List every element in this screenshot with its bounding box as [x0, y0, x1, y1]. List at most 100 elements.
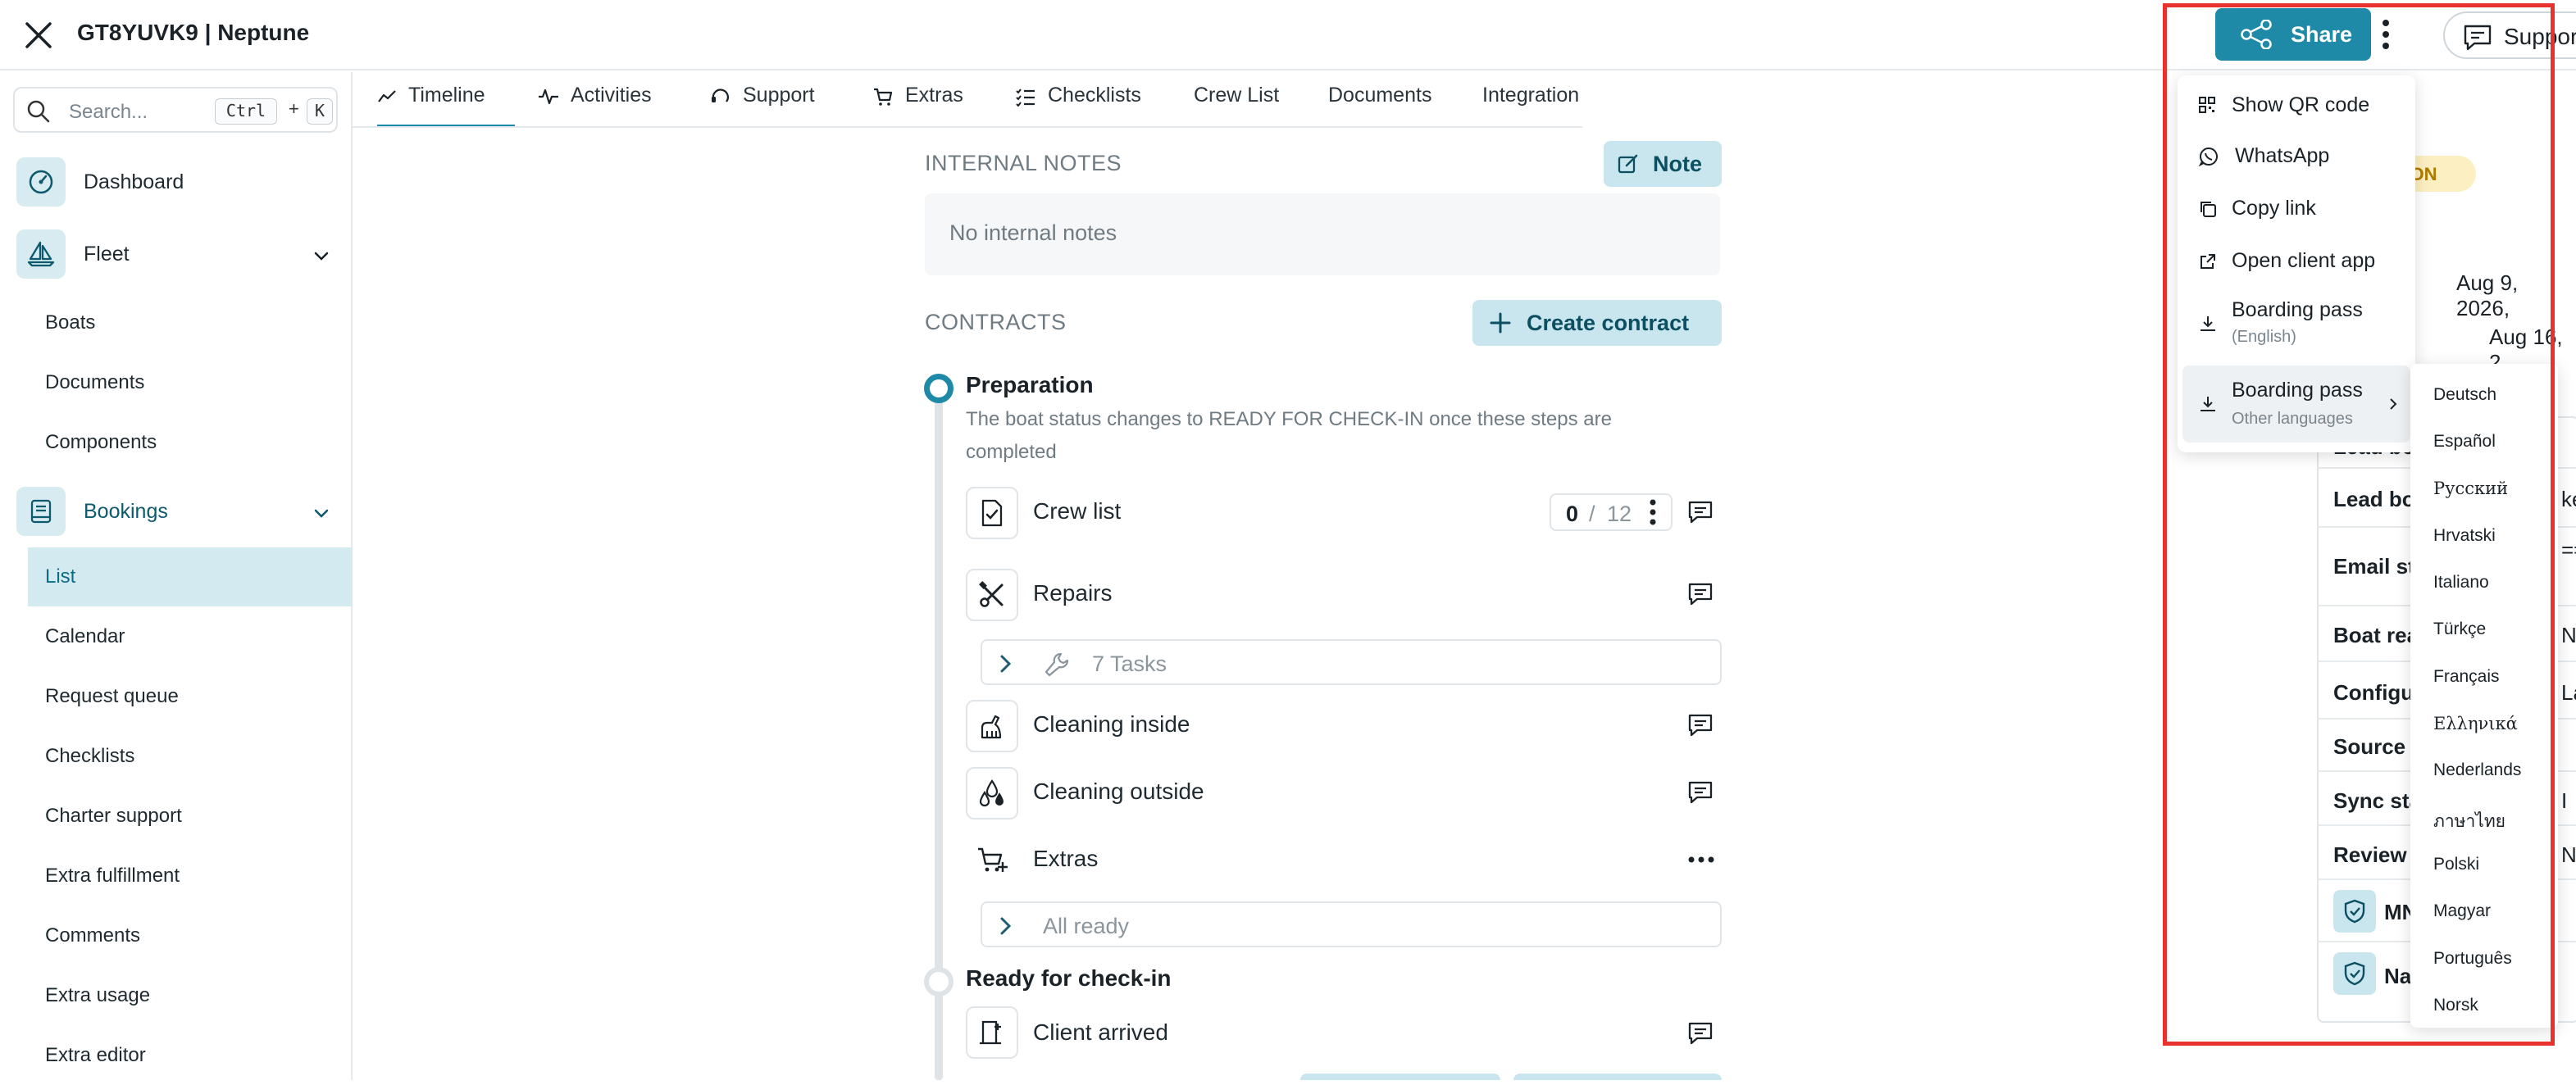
tab-crew-list[interactable]: Crew List	[1194, 84, 1279, 128]
sidebar-item-label: Comments	[45, 924, 141, 947]
comment-icon[interactable]	[1687, 582, 1714, 606]
language-option-italiano[interactable]: Italiano	[2433, 573, 2489, 592]
sidebar-item-request-queue[interactable]: Request queue	[28, 667, 353, 726]
menu-item-label: Boarding pass	[2232, 379, 2363, 402]
repairs-tasks-expander[interactable]: 7 Tasks	[981, 639, 1722, 685]
task-extras[interactable]: Extras	[1033, 846, 1098, 872]
more-horizontal-icon[interactable]	[1687, 856, 1715, 864]
language-option-thai[interactable]: ภาษาไทย	[2433, 808, 2505, 835]
sidebar-item-label: Fleet	[84, 243, 130, 266]
language-option-turkce[interactable]: Türkçe	[2433, 620, 2486, 639]
tab-label: Checklists	[1048, 84, 1141, 107]
sidebar-item-boats[interactable]: Boats	[28, 293, 353, 352]
cleaning-outside-icon	[966, 767, 1018, 819]
tab-documents[interactable]: Documents	[1328, 84, 1431, 128]
sidebar-item-components[interactable]: Components	[28, 413, 353, 472]
sidebar-item-checklists[interactable]: Checklists	[28, 727, 353, 786]
sidebar-item-dashboard[interactable]: Dashboard	[16, 157, 344, 210]
kbd-plus: +	[289, 98, 299, 119]
menu-item-label: Show QR code	[2232, 93, 2370, 116]
sidebar-item-label: Extra fulfillment	[45, 865, 180, 887]
sidebar-item-comments[interactable]: Comments	[28, 906, 353, 965]
sidebar-item-extra-fulfillment[interactable]: Extra fulfillment	[28, 847, 353, 906]
row-key: Sync sta	[2333, 788, 2421, 813]
language-option-norsk[interactable]: Norsk	[2433, 996, 2478, 1015]
task-repairs[interactable]: Repairs	[1033, 580, 1112, 606]
language-option-portugues[interactable]: Português	[2433, 949, 2512, 969]
comment-icon[interactable]	[1687, 500, 1714, 524]
search-placeholder: Search...	[69, 101, 148, 123]
crew-list-icon	[966, 487, 1018, 539]
sidebar-item-label: Boats	[45, 311, 96, 334]
menu-item-whatsapp[interactable]: WhatsApp	[2178, 133, 2415, 179]
language-option-nederlands[interactable]: Nederlands	[2433, 760, 2521, 780]
chevron-down-icon	[314, 509, 329, 518]
search-input[interactable]: Search... Ctrl + K	[13, 87, 338, 133]
menu-item-open-client-app[interactable]: Open client app	[2178, 238, 2415, 284]
tab-extras[interactable]: Extras	[872, 84, 963, 128]
share-button[interactable]: Share	[2215, 8, 2371, 61]
book-icon	[16, 487, 66, 536]
sidebar-item-list[interactable]: List	[28, 547, 353, 606]
menu-item-boarding-pass-english[interactable]: Boarding pass (English)	[2178, 290, 2415, 356]
tab-timeline[interactable]: Timeline	[377, 84, 515, 128]
create-contract-button[interactable]: Create contract	[1472, 300, 1722, 346]
step-title-preparation: Preparation	[966, 372, 1094, 397]
menu-item-label: WhatsApp	[2235, 144, 2330, 167]
timeline-icon	[378, 90, 396, 102]
tab-divider	[353, 126, 1582, 128]
sidebar-item-charter-support[interactable]: Charter support	[28, 787, 353, 846]
tab-label: Timeline	[408, 84, 485, 107]
task-crew-list[interactable]: Crew list	[1033, 498, 1121, 524]
sidebar-item-label: Documents	[45, 371, 145, 393]
tab-integration[interactable]: Integration	[1482, 84, 1579, 128]
sidebar-item-bookings[interactable]: Bookings	[16, 487, 344, 539]
share-label: Share	[2291, 22, 2353, 47]
tab-checklists[interactable]: Checklists	[1015, 84, 1141, 128]
language-option-espanol[interactable]: Español	[2433, 432, 2496, 452]
more-vertical-icon[interactable]	[1648, 498, 1658, 526]
support-button[interactable]: Support	[2443, 11, 2576, 59]
button-label: Create contract	[1527, 310, 1690, 335]
row-value: I	[2561, 788, 2568, 813]
add-note-button[interactable]: Note	[1604, 141, 1722, 187]
sidebar-item-calendar[interactable]: Calendar	[28, 607, 353, 666]
tab-activities[interactable]: Activities	[538, 84, 652, 128]
language-option-deutsch[interactable]: Deutsch	[2433, 385, 2496, 405]
menu-item-show-qr-code[interactable]: Show QR code	[2178, 82, 2415, 128]
checklist-icon	[1016, 89, 1035, 107]
comment-icon[interactable]	[1687, 713, 1714, 738]
top-bar: GT8YUVK9 | Neptune	[0, 0, 2576, 70]
chevron-down-icon	[314, 252, 329, 261]
language-option-greek[interactable]: Ελληνικά	[2433, 714, 2518, 733]
extras-expander[interactable]: All ready	[981, 901, 1722, 947]
language-option-polski[interactable]: Polski	[2433, 855, 2479, 874]
activity-icon	[539, 89, 558, 105]
external-link-icon	[2201, 254, 2215, 269]
language-option-russian[interactable]: Русский	[2433, 479, 2508, 498]
sidebar-item-extra-usage[interactable]: Extra usage	[28, 966, 353, 1025]
sidebar-item-fleet[interactable]: Fleet	[16, 229, 344, 282]
task-cleaning-inside[interactable]: Cleaning inside	[1033, 711, 1190, 738]
comment-icon[interactable]	[1687, 780, 1714, 805]
more-vertical-icon[interactable]	[2381, 18, 2391, 51]
sidebar-item-extra-editor[interactable]: Extra editor	[28, 1026, 353, 1085]
action-button-peek[interactable]	[1300, 1074, 1500, 1080]
row-value: Nc	[2561, 842, 2576, 867]
tab-support[interactable]: Support	[710, 84, 815, 128]
sidebar-item-documents[interactable]: Documents	[28, 353, 353, 412]
action-button-peek[interactable]	[1513, 1074, 1722, 1080]
plus-icon	[1490, 312, 1511, 334]
close-button[interactable]	[20, 16, 57, 54]
task-cleaning-outside[interactable]: Cleaning outside	[1033, 779, 1204, 805]
language-option-hrvatski[interactable]: Hrvatski	[2433, 526, 2496, 546]
language-option-magyar[interactable]: Magyar	[2433, 901, 2491, 921]
task-client-arrived[interactable]: Client arrived	[1033, 1019, 1168, 1046]
language-option-francais[interactable]: Français	[2433, 667, 2500, 687]
menu-item-boarding-pass-other[interactable]: Boarding pass Other languages	[2182, 365, 2410, 443]
comment-icon[interactable]	[1687, 1021, 1714, 1046]
chevron-right-icon	[2390, 398, 2397, 410]
menu-item-copy-link[interactable]: Copy link	[2178, 185, 2415, 231]
tab-label: Support	[743, 84, 815, 107]
extras-status: All ready	[1043, 914, 1130, 938]
